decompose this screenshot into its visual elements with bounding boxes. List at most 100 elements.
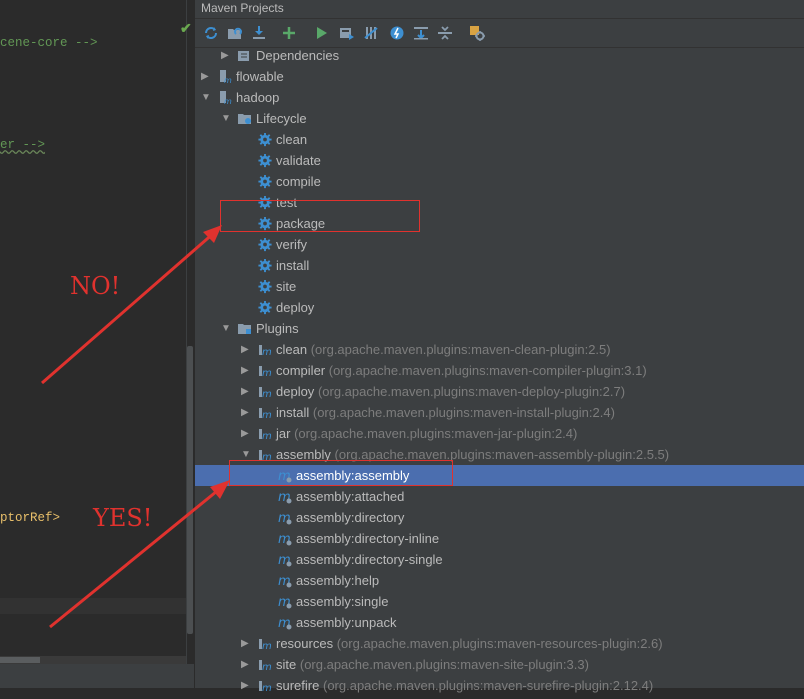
maven-project-tree: ▶ Dependencies ▶ m flowable ▼ m hadoop ▼… xyxy=(195,45,804,694)
editor-scrollbar-thumb[interactable] xyxy=(187,346,193,634)
goal-item-assembly-directory-single[interactable]: m assembly:directory-single xyxy=(195,549,804,570)
download-icon[interactable] xyxy=(249,23,269,43)
plugin-label: surefire (org.apache.maven.plugins:maven… xyxy=(276,675,653,696)
lifecycle-item-verify[interactable]: verify xyxy=(195,234,804,255)
expand-arrow-icon[interactable]: ▶ xyxy=(221,45,231,66)
gear-icon xyxy=(257,237,273,252)
lifecycle-item-deploy[interactable]: deploy xyxy=(195,297,804,318)
plugin-coordinates: (org.apache.maven.plugins:maven-resource… xyxy=(336,636,663,651)
plugin-coordinates: (org.apache.maven.plugins:maven-deploy-p… xyxy=(317,384,626,399)
tree-item-hadoop[interactable]: ▼ m hadoop xyxy=(195,87,804,108)
maven-projects-panel: Maven Projects ▶ Dependencies ▶ m flowab… xyxy=(194,0,804,694)
gear-icon xyxy=(257,132,273,147)
show-dependencies-icon[interactable] xyxy=(411,23,431,43)
plugin-icon: m xyxy=(257,342,273,358)
plugin-item-site[interactable]: ▶ m site (org.apache.maven.plugins:maven… xyxy=(195,654,804,675)
generate-sources-icon[interactable] xyxy=(225,23,245,43)
gear-icon xyxy=(257,279,273,294)
maven-goal-icon: m xyxy=(277,573,293,589)
svg-text:m: m xyxy=(262,683,272,693)
collapse-arrow-icon[interactable]: ▼ xyxy=(201,87,211,108)
plugin-label: install (org.apache.maven.plugins:maven-… xyxy=(276,402,615,423)
plugin-item-install[interactable]: ▶ m install (org.apache.maven.plugins:ma… xyxy=(195,402,804,423)
tree-item-lifecycle[interactable]: ▼ Lifecycle xyxy=(195,108,804,129)
reimport-icon[interactable] xyxy=(201,23,221,43)
maven-goal-icon: m xyxy=(277,510,293,526)
lifecycle-item-install[interactable]: install xyxy=(195,255,804,276)
editor-caret-line xyxy=(0,598,186,614)
plugin-coordinates: (org.apache.maven.plugins:maven-install-… xyxy=(312,405,615,420)
collapse-all-icon[interactable] xyxy=(435,23,455,43)
lifecycle-item-validate[interactable]: validate xyxy=(195,150,804,171)
lifecycle-item-site[interactable]: site xyxy=(195,276,804,297)
lifecycle-item-compile[interactable]: compile xyxy=(195,171,804,192)
editor-horizontal-scrollbar-thumb[interactable] xyxy=(0,657,40,663)
goal-label: assembly:directory-single xyxy=(296,552,443,567)
expand-arrow-icon[interactable]: ▶ xyxy=(241,339,251,360)
plugin-name: site xyxy=(276,657,297,672)
lifecycle-label: validate xyxy=(276,153,321,168)
editor-status-strip xyxy=(0,664,194,688)
plugin-icon: m xyxy=(257,405,273,421)
tree-item-plugins[interactable]: ▼ Plugins xyxy=(195,318,804,339)
plugin-name: clean xyxy=(276,342,308,357)
tree-item-dependencies[interactable]: ▶ Dependencies xyxy=(195,45,804,66)
collapse-arrow-icon[interactable]: ▼ xyxy=(221,108,231,129)
maven-module-icon: m xyxy=(217,90,233,106)
goal-item-assembly-unpack[interactable]: m assembly:unpack xyxy=(195,612,804,633)
plugin-label: resources (org.apache.maven.plugins:mave… xyxy=(276,633,663,654)
maven-goal-icon: m xyxy=(277,594,293,610)
plugin-item-deploy[interactable]: ▶ m deploy (org.apache.maven.plugins:mav… xyxy=(195,381,804,402)
code-editor[interactable]: cene-core --> er --> ptorRef> ✔ xyxy=(0,0,194,688)
plugin-item-clean[interactable]: ▶ m clean (org.apache.maven.plugins:mave… xyxy=(195,339,804,360)
expand-arrow-icon[interactable]: ▶ xyxy=(241,360,251,381)
annotation-yes: YES! xyxy=(93,504,153,532)
lifecycle-label: compile xyxy=(276,174,321,189)
highlight-box-package xyxy=(220,200,420,232)
plugin-coordinates: (org.apache.maven.plugins:maven-clean-pl… xyxy=(310,342,611,357)
tree-item-flowable[interactable]: ▶ m flowable xyxy=(195,66,804,87)
expand-arrow-icon[interactable]: ▶ xyxy=(241,654,251,675)
expand-arrow-icon[interactable]: ▶ xyxy=(241,633,251,654)
expand-arrow-icon[interactable]: ▶ xyxy=(241,381,251,402)
plugin-item-jar[interactable]: ▶ m jar (org.apache.maven.plugins:maven-… xyxy=(195,423,804,444)
svg-text:m: m xyxy=(224,76,232,84)
lifecycle-item-clean[interactable]: clean xyxy=(195,129,804,150)
goal-item-assembly-help[interactable]: m assembly:help xyxy=(195,570,804,591)
execute-goal-icon[interactable] xyxy=(337,23,357,43)
tree-item-label: hadoop xyxy=(236,90,280,105)
panel-title: Maven Projects xyxy=(201,1,284,15)
goal-item-assembly-single[interactable]: m assembly:single xyxy=(195,591,804,612)
goal-label: assembly:directory-inline xyxy=(296,531,440,546)
expand-arrow-icon[interactable]: ▶ xyxy=(241,402,251,423)
svg-text:m: m xyxy=(262,641,272,651)
expand-arrow-icon[interactable]: ▶ xyxy=(201,66,211,87)
plugin-item-surefire[interactable]: ▶ m surefire (org.apache.maven.plugins:m… xyxy=(195,675,804,696)
goal-item-assembly-directory[interactable]: m assembly:directory xyxy=(195,507,804,528)
svg-text:m: m xyxy=(262,389,272,399)
plugin-icon: m xyxy=(257,384,273,400)
svg-text:m: m xyxy=(262,410,272,420)
plugin-name: deploy xyxy=(276,384,315,399)
goal-item-assembly-directory-inline[interactable]: m assembly:directory-inline xyxy=(195,528,804,549)
expand-arrow-icon[interactable]: ▶ xyxy=(241,675,251,696)
goal-item-assembly-attached[interactable]: m assembly:attached xyxy=(195,486,804,507)
add-project-icon[interactable] xyxy=(279,23,299,43)
plugin-item-compiler[interactable]: ▶ m compiler (org.apache.maven.plugins:m… xyxy=(195,360,804,381)
settings-icon[interactable] xyxy=(467,23,487,43)
toggle-offline-icon[interactable] xyxy=(361,23,381,43)
check-icon: ✔ xyxy=(180,20,192,36)
editor-line-comment-2: er --> xyxy=(0,138,45,152)
expand-arrow-icon[interactable]: ▶ xyxy=(241,423,251,444)
collapse-arrow-icon[interactable]: ▼ xyxy=(221,318,231,339)
plugin-label: deploy (org.apache.maven.plugins:maven-d… xyxy=(276,381,625,402)
lifecycle-label: site xyxy=(276,279,297,294)
plugin-coordinates: (org.apache.maven.plugins:maven-surefire… xyxy=(322,678,654,693)
run-icon[interactable] xyxy=(311,23,331,43)
tree-item-label: Dependencies xyxy=(256,48,340,63)
plugin-item-resources[interactable]: ▶ m resources (org.apache.maven.plugins:… xyxy=(195,633,804,654)
plugin-label: site (org.apache.maven.plugins:maven-sit… xyxy=(276,654,589,675)
plugin-name: install xyxy=(276,405,310,420)
plugin-icon: m xyxy=(257,657,273,673)
skip-tests-icon[interactable] xyxy=(387,23,407,43)
